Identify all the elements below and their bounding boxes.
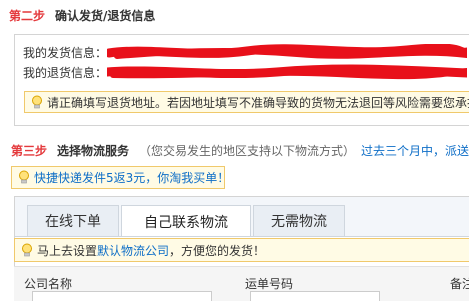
default-logistics-tip: 马上去设置 默认物流公司 ，方便您的发货！ xyxy=(14,238,469,262)
return-address-tip-text: 请正确填写退货地址。若因地址填写不准确导致的货物无法退回等风险需要您承担 xyxy=(47,95,469,110)
tab-no-logistics[interactable]: 无需物流 xyxy=(253,205,345,236)
ship-info-label: 我的发货信息： xyxy=(23,45,108,60)
past-three-months-link[interactable]: 过去三个月中，派送 xyxy=(361,142,469,159)
tab-online-order[interactable]: 在线下单 xyxy=(27,205,119,236)
step2-header: 第二步 确认发货/退货信息 xyxy=(9,6,155,24)
ship-info-row: 我的发货信息： xyxy=(15,42,469,62)
address-panel: 我的发货信息： 我的退货信息： 请正确填写退货地址。若因地址填写不准确导致的货物… xyxy=(14,34,469,126)
company-input[interactable] xyxy=(32,291,212,301)
column-company: 公司名称 xyxy=(24,277,73,291)
column-note: 备注 xyxy=(450,277,469,291)
step2-title: 确认发货/退货信息 xyxy=(55,8,156,23)
lightbulb-icon xyxy=(22,243,32,256)
step3-title: 选择物流服务 xyxy=(57,143,130,158)
default-tip-prefix: 马上去设置 xyxy=(37,243,98,258)
return-info-row: 我的退货信息： xyxy=(15,62,469,82)
step3-header: 第三步 选择物流服务 （您交易发生的地区支持以下物流方式） 过去三个月中，派送 xyxy=(11,141,469,159)
return-info-label: 我的退货信息： xyxy=(23,65,108,80)
tab-online-order-label: 在线下单 xyxy=(45,214,101,230)
default-tip-suffix: ，方便您的发货！ xyxy=(169,243,266,258)
express-promo-link[interactable]: 快捷快递发件5返3元，你淘我买单！ xyxy=(34,169,224,186)
logistics-table-header: 公司名称 运单号码 备注 xyxy=(14,266,469,301)
default-logistics-link[interactable]: 默认物流公司 xyxy=(97,242,169,259)
step2-number: 第二步 xyxy=(9,8,46,23)
column-tracking-number: 运单号码 xyxy=(245,277,294,291)
step3-description: （您交易发生的地区支持以下物流方式） xyxy=(139,143,356,158)
step3-number: 第三步 xyxy=(11,143,48,158)
return-address-tip: 请正确填写退货地址。若因地址填写不准确导致的货物无法退回等风险需要您承担 xyxy=(24,91,469,113)
express-promo-tip: 快捷快递发件5返3元，你淘我买单！ xyxy=(11,166,225,189)
tab-no-logistics-label: 无需物流 xyxy=(271,214,327,230)
lightbulb-icon xyxy=(32,95,42,108)
tab-self-contact-label: 自己联系物流 xyxy=(144,214,228,231)
lightbulb-icon xyxy=(19,170,29,184)
tab-self-contact[interactable]: 自己联系物流 xyxy=(121,205,251,237)
tracking-number-input[interactable] xyxy=(250,291,380,301)
